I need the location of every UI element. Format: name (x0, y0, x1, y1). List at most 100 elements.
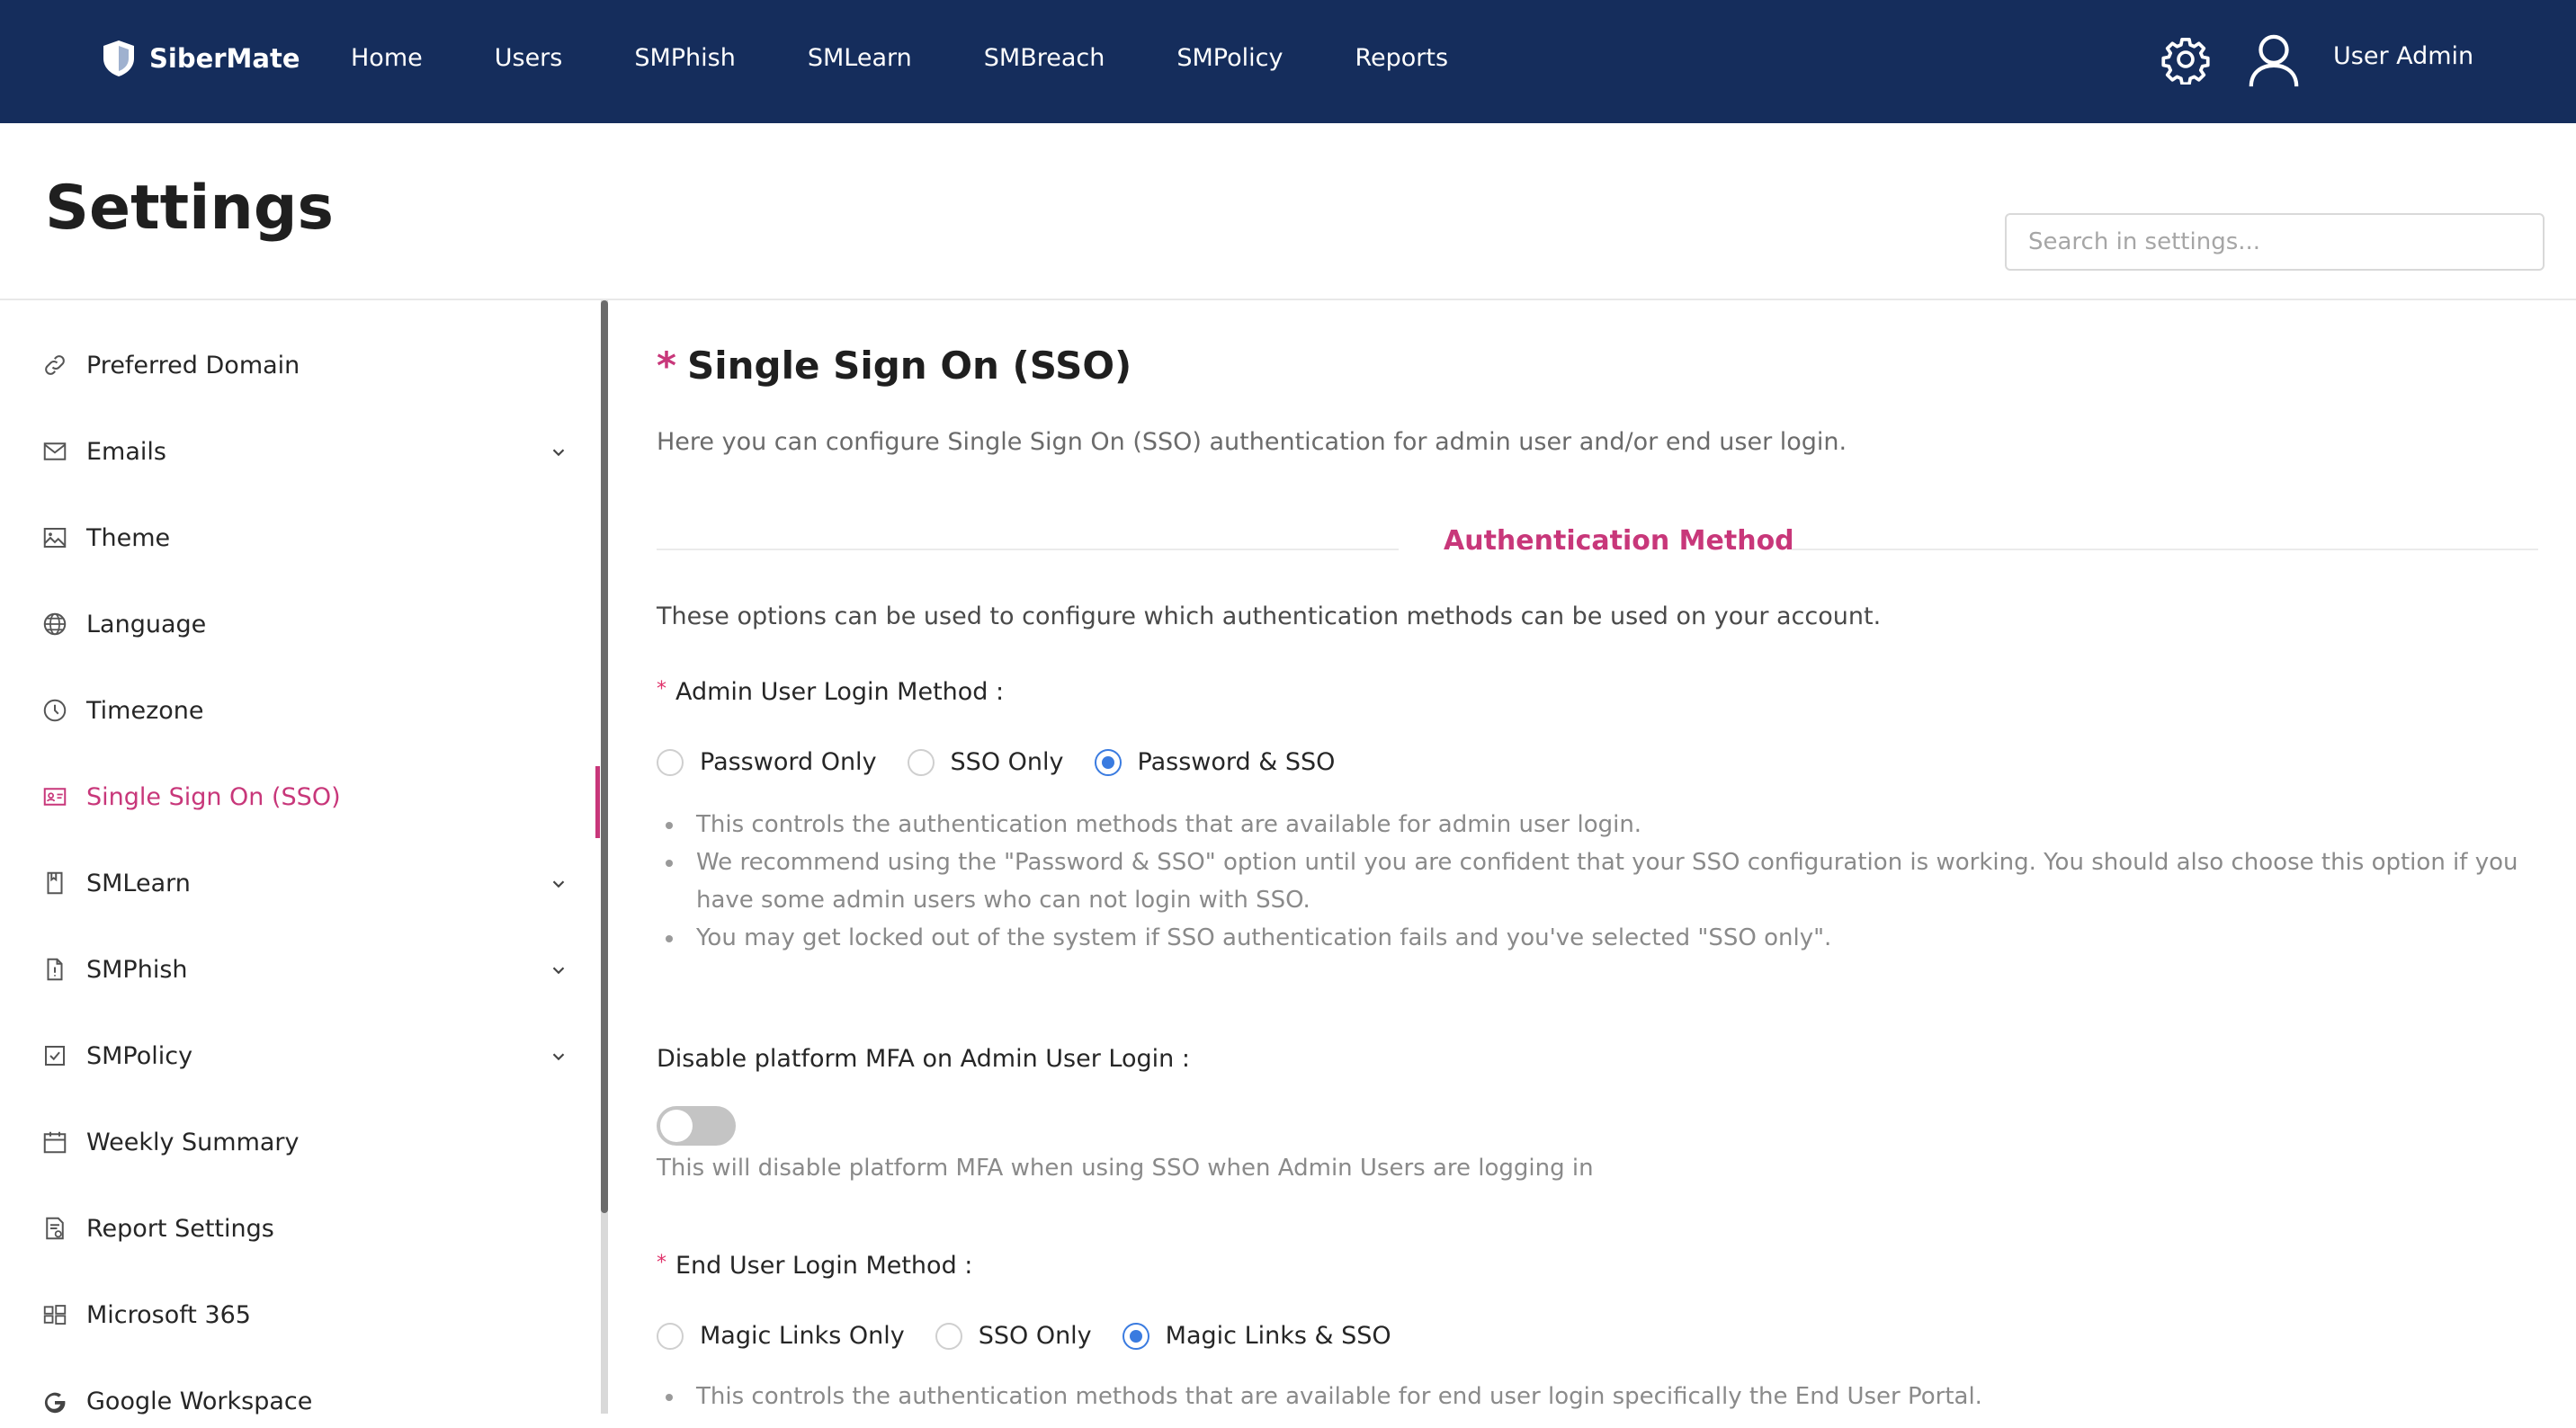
sidebar-item-label: Emails (86, 437, 166, 466)
radio-circle[interactable] (907, 748, 935, 776)
sidebar-item-label: Preferred Domain (86, 351, 300, 379)
radio-circle-selected[interactable] (1122, 1322, 1149, 1350)
brand-name: SiberMate (149, 43, 300, 74)
clock-icon (41, 697, 68, 724)
section-description: Here you can configure Single Sign On (S… (657, 428, 1847, 456)
sidebar-item-preferred-domain[interactable]: Preferred Domain (41, 338, 581, 392)
report-icon (41, 1215, 68, 1242)
nav-smbreach[interactable]: SMBreach (984, 44, 1105, 72)
nav-smphish[interactable]: SMPhish (634, 44, 736, 72)
page-title: Settings (45, 173, 334, 244)
sidebar-item-sso[interactable]: Single Sign On (SSO) (41, 770, 581, 824)
chevron-down-icon[interactable] (549, 874, 568, 894)
file-icon (41, 956, 68, 983)
sidebar-scrollbar-thumb[interactable] (601, 300, 608, 1213)
section-title-text: Single Sign On (SSO) (686, 344, 1132, 388)
radio-circle[interactable] (657, 1322, 684, 1350)
sidebar-item-microsoft-365[interactable]: Microsoft 365 (41, 1288, 581, 1342)
sidebar-item-label: Microsoft 365 (86, 1300, 251, 1329)
top-navigation-bar: SiberMate Home Users SMPhish SMLearn SMB… (0, 0, 2576, 123)
sidebar-item-label: Language (86, 610, 207, 638)
end-user-login-notes: This controls the authentication methods… (666, 1378, 2554, 1415)
end-user-login-method-label-text: End User Login Method (675, 1252, 957, 1280)
auth-intro: These options can be used to configure w… (657, 602, 1882, 630)
nav-reports[interactable]: Reports (1355, 44, 1448, 72)
radio-password-and-sso[interactable]: Password & SSO (1094, 748, 1335, 776)
required-marker: * (657, 678, 666, 701)
link-icon (41, 352, 68, 379)
sidebar-item-report-settings[interactable]: Report Settings (41, 1201, 581, 1255)
sidebar-item-smpolicy[interactable]: SMPolicy (41, 1029, 581, 1083)
chevron-down-icon[interactable] (549, 960, 568, 980)
checkbox-icon (41, 1042, 68, 1069)
radio-label: Magic Links & SSO (1165, 1322, 1391, 1350)
radio-circle[interactable] (657, 748, 684, 776)
sidebar-item-weekly-summary[interactable]: Weekly Summary (41, 1115, 581, 1169)
radio-circle[interactable] (935, 1322, 962, 1350)
book-icon (41, 870, 68, 897)
note-item: You may get locked out of the system if … (666, 919, 2554, 957)
mail-icon (41, 438, 68, 465)
divider-left (657, 549, 1399, 550)
id-card-icon (41, 783, 68, 810)
sidebar-item-google-workspace[interactable]: Google Workspace (41, 1374, 581, 1428)
nav-users[interactable]: Users (495, 44, 563, 72)
windows-icon (41, 1301, 68, 1328)
radio-label: SSO Only (978, 1322, 1092, 1350)
radio-end-user-sso-only[interactable]: SSO Only (935, 1322, 1092, 1350)
sidebar-item-emails[interactable]: Emails (41, 424, 581, 478)
radio-circle-selected[interactable] (1094, 748, 1122, 776)
radio-magic-links-and-sso[interactable]: Magic Links & SSO (1122, 1322, 1391, 1350)
admin-login-method-radio-group: Password Only SSO Only Password & SSO (657, 748, 1365, 776)
sidebar-item-label: Google Workspace (86, 1387, 313, 1415)
user-icon[interactable] (2247, 32, 2301, 88)
admin-login-method-label-text: Admin User Login Method (675, 678, 988, 706)
gear-icon[interactable] (2160, 34, 2211, 85)
required-marker: * (657, 344, 676, 388)
brand-logo[interactable]: SiberMate (101, 36, 300, 81)
toggle-knob (660, 1110, 693, 1142)
shield-logo-icon (103, 40, 134, 76)
sidebar-item-smphish[interactable]: SMPhish (41, 942, 581, 996)
settings-search-input[interactable] (2005, 213, 2545, 271)
sidebar-item-language[interactable]: Language (41, 597, 581, 651)
radio-label: Password Only (700, 748, 877, 776)
sidebar-item-timezone[interactable]: Timezone (41, 683, 581, 737)
globe-icon (41, 611, 68, 638)
sidebar-item-theme[interactable]: Theme (41, 511, 581, 565)
required-marker: * (657, 1252, 666, 1274)
nav-home[interactable]: Home (351, 44, 423, 72)
admin-login-method-label: * Admin User Login Method : (657, 678, 1005, 706)
sidebar-item-smlearn[interactable]: SMLearn (41, 856, 581, 910)
radio-label: SSO Only (950, 748, 1064, 776)
divider-title: Authentication Method (1444, 525, 1794, 557)
sidebar-item-label: Single Sign On (SSO) (86, 782, 341, 811)
disable-mfa-toggle[interactable] (657, 1106, 736, 1146)
note-item: This controls the authentication methods… (666, 806, 2554, 843)
radio-sso-only[interactable]: SSO Only (907, 748, 1064, 776)
google-icon (41, 1388, 68, 1415)
note-item: We recommend using the "Password & SSO" … (666, 843, 2554, 919)
end-user-login-method-label: * End User Login Method : (657, 1252, 973, 1280)
nav-smlearn[interactable]: SMLearn (808, 44, 912, 72)
calendar-icon (41, 1129, 68, 1156)
chevron-down-icon[interactable] (549, 1047, 568, 1067)
sidebar-active-indicator (595, 766, 600, 838)
radio-label: Magic Links Only (700, 1322, 905, 1350)
chevron-down-icon[interactable] (549, 442, 568, 462)
end-user-login-method-radio-group: Magic Links Only SSO Only Magic Links & … (657, 1322, 1422, 1350)
sidebar-item-label: SMLearn (86, 869, 191, 897)
disable-mfa-label-text: Disable platform MFA on Admin User Login (657, 1045, 1175, 1073)
radio-password-only[interactable]: Password Only (657, 748, 877, 776)
radio-magic-links-only[interactable]: Magic Links Only (657, 1322, 905, 1350)
user-name[interactable]: User Admin (2333, 42, 2473, 70)
note-item: This controls the authentication methods… (666, 1378, 2554, 1415)
image-icon (41, 524, 68, 551)
nav-smpolicy[interactable]: SMPolicy (1176, 44, 1283, 72)
sidebar-item-label: SMPolicy (86, 1041, 193, 1070)
main-nav: Home Users SMPhish SMLearn SMBreach SMPo… (351, 0, 1520, 115)
sidebar-item-label: SMPhish (86, 955, 188, 984)
sidebar-item-label: Weekly Summary (86, 1128, 300, 1156)
sidebar-item-label: Report Settings (86, 1214, 274, 1243)
section-title: * Single Sign On (SSO) (657, 344, 1131, 388)
